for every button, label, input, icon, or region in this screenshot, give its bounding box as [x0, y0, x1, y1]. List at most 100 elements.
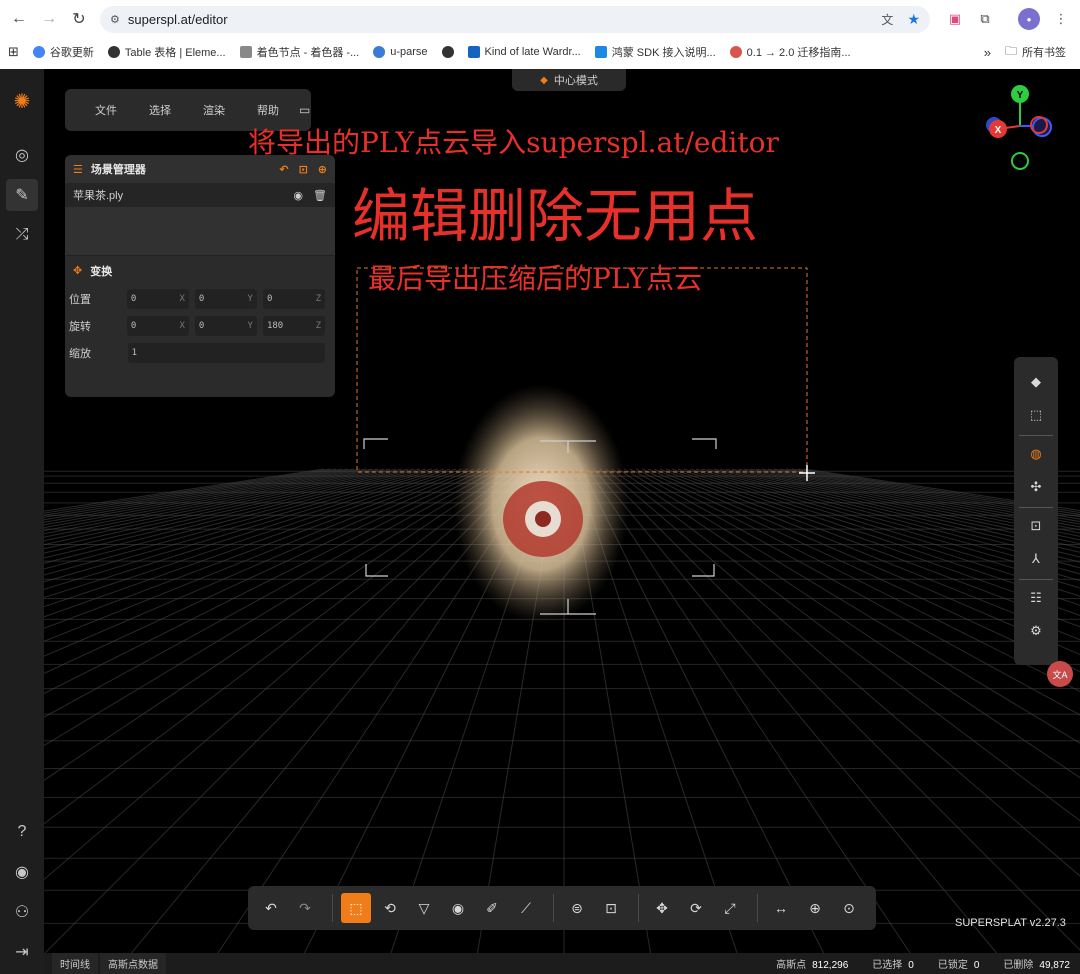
- sphere-select-icon[interactable]: ◉: [443, 893, 473, 923]
- all-bookmarks[interactable]: 🗀 所有书签: [1005, 42, 1066, 63]
- toolbar-divider: [1019, 579, 1053, 580]
- neg-y-handle[interactable]: [1011, 152, 1029, 170]
- bookmark-item[interactable]: 鸿蒙 SDK 接入说明...: [594, 44, 716, 60]
- polygon-select-icon[interactable]: ▽: [409, 893, 439, 923]
- redo-icon[interactable]: ↷: [290, 893, 320, 923]
- new-scene-icon[interactable]: ⊕: [318, 163, 327, 176]
- color-picker-icon[interactable]: ⟋: [511, 893, 541, 923]
- position-row: 位置 0X 0Y 0Z: [65, 285, 335, 312]
- settings-gear-icon[interactable]: ⚙: [1021, 616, 1051, 646]
- eraser-icon[interactable]: ✐: [477, 893, 507, 923]
- focus-frame-icon[interactable]: ⊡: [1021, 511, 1051, 541]
- compass-icon[interactable]: ◎: [6, 139, 38, 171]
- toolbar-divider: [332, 894, 333, 922]
- rotation-x-input[interactable]: 0X: [126, 315, 189, 336]
- back-icon[interactable]: ←: [4, 4, 34, 34]
- url-text[interactable]: superspl.at/editor: [128, 12, 228, 27]
- position-y-input[interactable]: 0Y: [194, 288, 257, 309]
- lasso-select-icon[interactable]: ⟲: [375, 893, 405, 923]
- menu-help[interactable]: 帮助: [241, 102, 295, 118]
- favicon: [107, 46, 120, 58]
- add-user-icon[interactable]: ⚇: [6, 896, 38, 928]
- position-z-input[interactable]: 0Z: [262, 288, 325, 309]
- shuffle-icon[interactable]: ⤮: [6, 219, 38, 251]
- more-bookmarks-icon[interactable]: »: [984, 45, 991, 60]
- field-value: 0: [130, 320, 137, 331]
- extensions-puzzle-icon[interactable]: ⧉: [974, 8, 996, 30]
- measure-icon[interactable]: ↔: [766, 893, 796, 923]
- tab-splat-data[interactable]: 高斯点数据: [100, 953, 166, 974]
- fly-drone-icon[interactable]: ✣: [1021, 472, 1051, 502]
- menu-select[interactable]: 选择: [133, 102, 187, 118]
- bookmark-item[interactable]: 谷歌更新: [32, 44, 94, 60]
- scale-input[interactable]: 1: [127, 342, 325, 363]
- pivot-icon[interactable]: ⊙: [834, 893, 864, 923]
- center-mode-toggle[interactable]: ◆ 中心模式: [512, 69, 626, 91]
- diamond-icon[interactable]: ◆: [1021, 367, 1051, 397]
- extension-icon[interactable]: ▣: [944, 8, 966, 30]
- world-space-icon[interactable]: ⊕: [800, 893, 830, 923]
- right-toolbar: ◆ ⬚ ◍ ✣ ⊡ ⅄ ☷ ⚙: [1014, 357, 1058, 665]
- rotation-y-input[interactable]: 0Y: [194, 315, 257, 336]
- visibility-eye-icon[interactable]: ◉: [293, 189, 303, 202]
- frame-select-icon[interactable]: ⬚: [1021, 400, 1051, 430]
- bookmark-item[interactable]: u-parse: [373, 46, 428, 58]
- globe-icon[interactable]: [441, 46, 454, 58]
- forward-icon[interactable]: →: [34, 4, 64, 34]
- menu-render[interactable]: 渲染: [187, 102, 241, 118]
- login-icon[interactable]: ⇥: [6, 936, 38, 968]
- field-value: 180: [266, 320, 284, 331]
- axes-icon[interactable]: ⅄: [1021, 544, 1051, 574]
- box-select-icon[interactable]: ⊡: [596, 893, 626, 923]
- bookmark-item[interactable]: 0.1 → 2.0 迁移指南...: [729, 44, 851, 60]
- scene-file-row[interactable]: 苹果茶.ply ◉ 🗑: [65, 183, 335, 207]
- browser-chrome: ← → ↻ ⚙ superspl.at/editor 文 ★ ▣ ⧉ ● ⋮ ⊞…: [0, 0, 1080, 69]
- favicon: [373, 46, 386, 58]
- stat-label: 已删除: [1003, 960, 1034, 971]
- translate-icon[interactable]: 文: [881, 11, 893, 28]
- profile-avatar[interactable]: ●: [1018, 8, 1040, 30]
- site-info-icon[interactable]: ⚙: [110, 13, 120, 26]
- reload-icon[interactable]: ↻: [64, 4, 94, 34]
- all-bookmarks-label: 所有书签: [1022, 47, 1066, 59]
- plane-select-icon[interactable]: ⊜: [562, 893, 592, 923]
- browser-menu-icon[interactable]: ⋮: [1050, 8, 1072, 30]
- address-bar[interactable]: ⚙ superspl.at/editor 文 ★: [100, 6, 930, 33]
- floating-translate-icon[interactable]: 文A: [1047, 661, 1073, 687]
- edit-pen-icon[interactable]: ✎: [6, 179, 38, 211]
- bookmark-item[interactable]: Table 表格 | Eleme...: [107, 44, 226, 60]
- undo-scene-icon[interactable]: ↶: [279, 163, 288, 176]
- scene-list-empty-area: [65, 207, 335, 255]
- favicon: [729, 46, 742, 58]
- rect-select-icon[interactable]: ⬚: [341, 893, 371, 923]
- apps-icon[interactable]: ⊞: [8, 44, 19, 60]
- scale-tool-icon[interactable]: ⤢: [715, 893, 745, 923]
- bookmark-star-icon[interactable]: ★: [907, 11, 920, 28]
- menu-file[interactable]: 文件: [79, 102, 133, 118]
- orbit-icon[interactable]: ◍: [1021, 439, 1051, 469]
- sliders-icon[interactable]: ☷: [1021, 583, 1051, 613]
- translate-tool-icon[interactable]: ✥: [647, 893, 677, 923]
- panel-toggle-icon[interactable]: ▭: [299, 103, 310, 117]
- help-icon[interactable]: ?: [6, 816, 38, 848]
- undo-icon[interactable]: ↶: [256, 893, 286, 923]
- stat-value: 49,872: [1039, 960, 1070, 971]
- rotation-label: 旋转: [69, 320, 91, 333]
- bookmark-item[interactable]: Kind of late Wardr...: [467, 46, 581, 58]
- delete-trash-icon[interactable]: 🗑: [313, 189, 327, 202]
- annotation-line-2: 编辑删除无用点: [352, 182, 759, 250]
- view-axis-gizmo[interactable]: Y X: [980, 81, 1060, 171]
- tab-timeline[interactable]: 时间线: [52, 953, 98, 974]
- discord-icon[interactable]: ◉: [6, 856, 38, 888]
- import-icon[interactable]: ⊡: [299, 163, 308, 176]
- rotation-z-input[interactable]: 180 Z: [262, 315, 325, 336]
- app-logo-icon[interactable]: ✺: [6, 85, 38, 117]
- rotate-tool-icon[interactable]: ⟳: [681, 893, 711, 923]
- bookmark-item[interactable]: 着色节点 - 着色器 -...: [239, 44, 359, 60]
- position-x-input[interactable]: 0X: [126, 288, 189, 309]
- stat-label: 已锁定: [937, 960, 968, 971]
- favicon: [594, 46, 607, 58]
- annotation-line-3: 最后导出压缩后的PLY点云: [368, 262, 703, 295]
- transform-title: 变换: [90, 265, 113, 278]
- x-axis-label: X: [995, 125, 1002, 136]
